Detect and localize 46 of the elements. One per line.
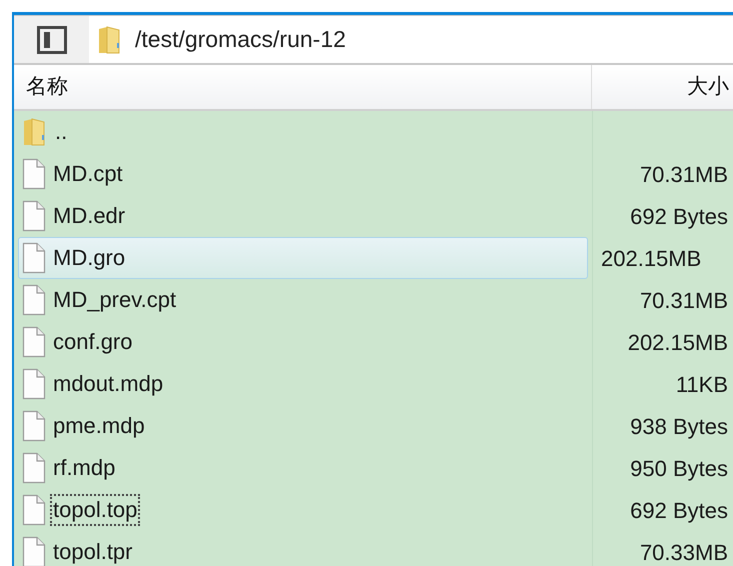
file-name: ..	[54, 118, 68, 146]
file-size: 938 Bytes	[629, 412, 729, 441]
file-name: MD_prev.cpt	[52, 286, 178, 314]
file-icon	[22, 284, 46, 316]
file-size: 202.15MB	[600, 244, 702, 272]
file-name: topol.top	[52, 496, 138, 524]
path-text: /test/gromacs/run-12	[135, 25, 346, 54]
file-row[interactable]: rf.mdp 950 Bytes	[14, 447, 733, 489]
file-size: 202.15MB	[626, 328, 729, 356]
file-size: 11KB	[674, 370, 729, 398]
file-size: 692 Bytes	[629, 202, 729, 231]
file-name: conf.gro	[52, 328, 134, 356]
file-row[interactable]: MD.cpt 70.31MB	[14, 153, 733, 195]
file-size: 70.31MB	[638, 160, 729, 188]
file-row[interactable]: mdout.mdp 11KB	[14, 363, 733, 405]
file-row[interactable]: ..	[14, 111, 733, 153]
file-size: 950 Bytes	[629, 454, 729, 483]
file-row[interactable]: pme.mdp 938 Bytes	[14, 405, 733, 447]
file-name: rf.mdp	[52, 454, 116, 482]
file-row[interactable]: topol.tpr 70.33MB	[14, 531, 733, 566]
file-size: 70.33MB	[638, 538, 729, 566]
file-row[interactable]: MD.edr 692 Bytes	[14, 195, 733, 237]
file-size: 70.31MB	[638, 286, 729, 314]
column-header[interactable]: 名称	[14, 65, 592, 109]
file-row[interactable]: conf.gro 202.15MB	[14, 321, 733, 363]
file-name: MD.edr	[52, 202, 126, 230]
file-icon	[22, 326, 46, 358]
file-name: pme.mdp	[52, 412, 146, 440]
file-icon	[22, 368, 46, 400]
file-row[interactable]: MD_prev.cpt 70.31MB	[14, 279, 733, 321]
sidebar-toggle-icon[interactable]	[36, 26, 66, 54]
file-icon	[22, 452, 46, 484]
file-icon	[22, 494, 46, 526]
column-header[interactable]: 大小	[592, 65, 733, 109]
file-icon	[22, 536, 46, 566]
file-icon	[22, 410, 46, 442]
file-name: MD.cpt	[52, 160, 124, 188]
path-field[interactable]: /test/gromacs/run-12	[89, 16, 733, 63]
file-icon	[22, 200, 46, 232]
file-name: topol.tpr	[52, 538, 134, 566]
file-icon	[22, 158, 46, 190]
file-name: MD.gro	[52, 244, 126, 272]
file-name: mdout.mdp	[52, 370, 164, 398]
file-row[interactable]: topol.top 692 Bytes	[14, 489, 733, 531]
file-icon	[22, 242, 46, 274]
file-size: 692 Bytes	[629, 496, 729, 525]
